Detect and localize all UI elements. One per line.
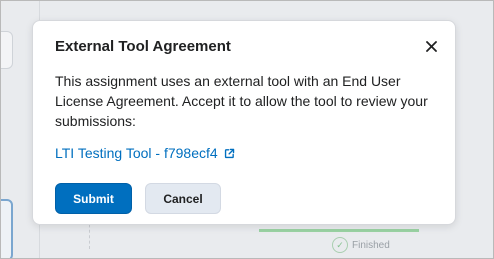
background-left-card bbox=[1, 199, 13, 258]
check-circle-icon: ✓ bbox=[332, 237, 348, 253]
screen-frame: ✓ Finished External Tool Agreement This … bbox=[0, 0, 494, 259]
tool-link[interactable]: LTI Testing Tool - f798ecf4 bbox=[55, 145, 235, 161]
external-link-icon bbox=[224, 148, 234, 158]
submit-button[interactable]: Submit bbox=[55, 183, 132, 214]
dialog-body-text: This assignment uses an external tool wi… bbox=[55, 73, 428, 129]
close-icon bbox=[425, 40, 437, 52]
background-status-label: Finished bbox=[352, 239, 390, 251]
background-status: ✓ Finished bbox=[332, 237, 390, 253]
close-button[interactable] bbox=[421, 36, 441, 56]
tool-link-label: LTI Testing Tool - f798ecf4 bbox=[55, 145, 218, 161]
background-left-panel bbox=[1, 31, 13, 69]
cancel-button[interactable]: Cancel bbox=[145, 183, 221, 214]
external-tool-agreement-dialog: External Tool Agreement This assignment … bbox=[32, 20, 456, 225]
dialog-title: External Tool Agreement bbox=[55, 38, 231, 55]
background-progress-bar bbox=[259, 229, 419, 232]
